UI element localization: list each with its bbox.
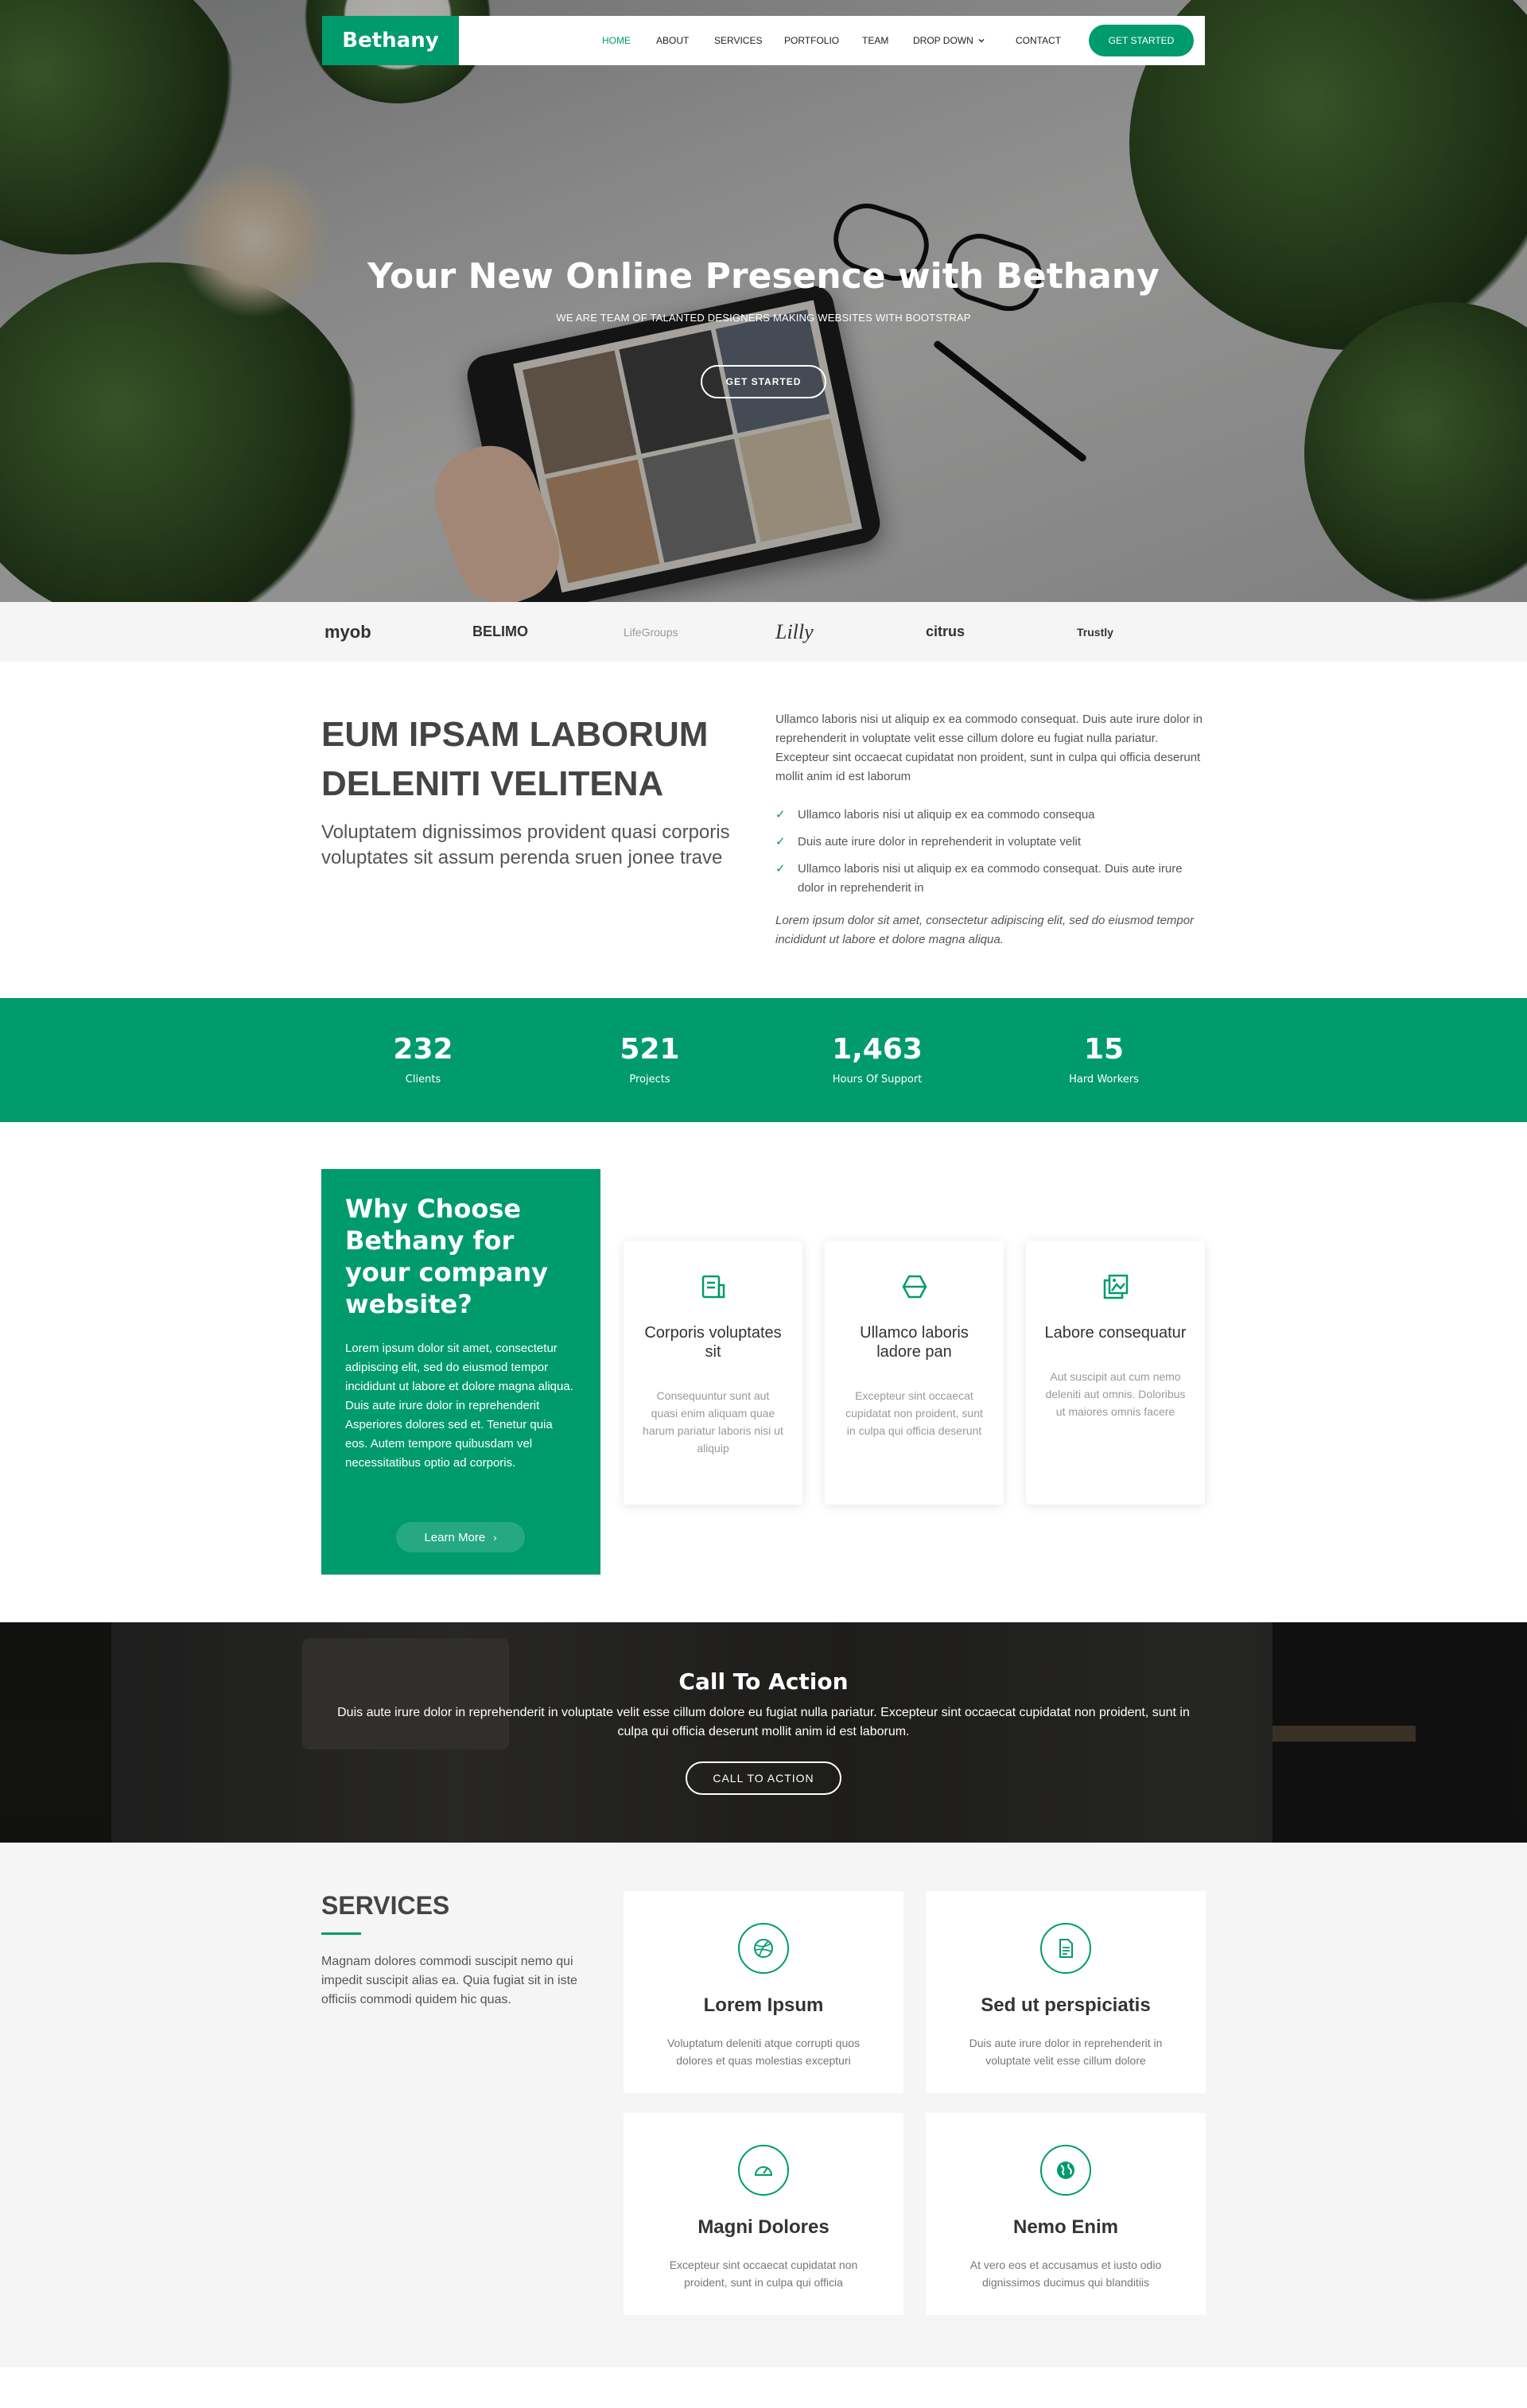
client-logo: Trustly (1077, 625, 1113, 639)
nav-services[interactable]: SERVICES (714, 16, 762, 65)
list-item-text: Duis aute irure dolor in reprehenderit i… (798, 835, 1082, 849)
count-label: Projects (629, 1074, 670, 1086)
list-item: ✓ Duis aute irure dolor in reprehenderit … (775, 833, 1205, 852)
page-bottom (0, 2367, 1527, 2408)
logo[interactable]: Bethany (322, 16, 459, 65)
about-paragraph: Ullamco laboris nisi ut aliquip ex ea co… (775, 713, 1203, 783)
why-us-heading: Why Choose Bethany for your company webs… (345, 1194, 548, 1319)
cube-alt-icon (902, 1275, 927, 1299)
call-to-action-button[interactable]: CALL TO ACTION (686, 1761, 841, 1795)
about-lead: Voluptatem dignissimos provident quasi c… (321, 821, 730, 868)
service-card: Nemo Enim At vero eos et accusamus et iu… (926, 2113, 1206, 2315)
services-heading: SERVICES (321, 1891, 450, 1920)
service-text: Voluptatum deleniti atque corrupti quos … (666, 2037, 861, 2067)
cta-title: Call To Action (678, 1668, 849, 1695)
count-item: 521 Projects (554, 998, 745, 1086)
icon-box-title: Ullamco laboris ladore pan (860, 1324, 969, 1361)
list-item-text: Ullamco laboris nisi ut aliquip ex ea co… (798, 862, 1183, 895)
why-us-box: Why Choose Bethany for your company webs… (321, 1169, 600, 1575)
list-item-text: Ullamco laboris nisi ut aliquip ex ea co… (798, 808, 1095, 821)
client-logo: Lilly (775, 619, 814, 643)
images-icon (1103, 1274, 1128, 1299)
icon-box-title: Labore consequatur (1044, 1324, 1187, 1342)
count-label: Clients (405, 1074, 441, 1086)
nav-contact[interactable]: CONTACT (1016, 16, 1061, 65)
service-title[interactable]: Nemo Enim (926, 2216, 1206, 2239)
learn-more-label: Learn More (424, 1530, 486, 1544)
service-text: At vero eos et accusamus et iusto odio d… (969, 2258, 1162, 2289)
nav-dropdown[interactable]: DROP DOWN (913, 16, 985, 65)
about-heading: EUM IPSAM LABORUM DELENITI VELITENA (321, 715, 709, 803)
nav-home[interactable]: HOME (602, 16, 631, 65)
learn-more-button[interactable]: Learn More › (396, 1522, 525, 1552)
service-card: Magni Dolores Excepteur sint occaecat cu… (624, 2113, 903, 2315)
get-started-nav-button[interactable]: GET STARTED (1089, 25, 1194, 56)
list-item: ✓ Ullamco laboris nisi ut aliquip ex ea c… (775, 860, 1205, 898)
nav-portfolio[interactable]: PORTFOLIO (784, 16, 839, 65)
count-label: Hours Of Support (832, 1074, 923, 1086)
icon-box-text: Consequuntur sunt aut quasi enim aliquam… (643, 1389, 783, 1455)
chevron-down-icon (978, 39, 985, 43)
count-value: 521 (620, 1033, 680, 1066)
service-card: Sed ut perspiciatis Duis aute irure dolo… (926, 1891, 1206, 2093)
icon-box-text: Aut suscipit aut cum nemo deleniti aut o… (1045, 1370, 1186, 1418)
nav-dropdown-label: DROP DOWN (913, 35, 973, 46)
dribbble-icon (738, 1923, 789, 1974)
file-icon (1040, 1923, 1091, 1974)
icon-box-title: Corporis voluptates sit (644, 1324, 782, 1361)
about-italic-text: Lorem ipsum dolor sit amet, consectetur … (775, 914, 1195, 946)
about-list: ✓ Ullamco laboris nisi ut aliquip ex ea c… (775, 806, 1205, 906)
navbar: Bethany HOME ABOUT SERVICES PORTFOLIO TE… (322, 16, 1205, 65)
why-us-text: Lorem ipsum dolor sit amet, consectetur … (345, 1342, 573, 1470)
check-double-icon: ✓ (775, 808, 786, 821)
tachometer-icon (738, 2145, 789, 2196)
icon-box-text: Excepteur sint occaecat cupidatat non pr… (845, 1389, 983, 1437)
service-text: Excepteur sint occaecat cupidatat non pr… (669, 2258, 858, 2289)
nav-about[interactable]: ABOUT (656, 16, 689, 65)
check-double-icon: ✓ (775, 862, 786, 876)
count-value: 15 (1083, 1033, 1125, 1066)
check-double-icon: ✓ (775, 835, 786, 849)
hero-section (0, 0, 1527, 602)
client-logo: citrus (926, 623, 966, 639)
service-title[interactable]: Sed ut perspiciatis (926, 1994, 1206, 2017)
receipt-icon (701, 1275, 725, 1299)
icon-box: Labore consequatur Aut suscipit aut cum … (1026, 1241, 1205, 1505)
clients-section: myob BELIMO LifeGroups Lilly citrus Trus… (0, 602, 1527, 662)
client-logo: myob (324, 621, 371, 642)
get-started-button[interactable]: GET STARTED (701, 365, 826, 398)
service-card: Lorem Ipsum Voluptatum deleniti atque co… (624, 1891, 903, 2093)
client-logo: LifeGroups (624, 625, 678, 639)
services-text: Magnam dolores commodi suscipit nemo qui… (321, 1955, 577, 2006)
service-text: Duis aute irure dolor in reprehenderit i… (969, 2037, 1163, 2067)
hero-title: Your New Online Presence with Bethany (367, 256, 1160, 297)
hero-subtitle: WE ARE TEAM OF TALANTED DESIGNERS MAKING… (556, 312, 971, 324)
count-item: 232 Clients (328, 998, 519, 1086)
count-value: 232 (393, 1033, 453, 1066)
cta-text: Duis aute irure dolor in reprehenderit i… (337, 1706, 1190, 1738)
icon-box: Corporis voluptates sit Consequuntur sun… (624, 1241, 802, 1505)
client-logo: BELIMO (472, 623, 528, 639)
chevron-right-icon: › (493, 1531, 497, 1544)
hero-overlay (0, 0, 1527, 602)
service-title[interactable]: Magni Dolores (624, 2216, 903, 2239)
service-title[interactable]: Lorem Ipsum (624, 1994, 903, 2017)
count-item: 15 Hard Workers (1008, 998, 1199, 1086)
nav-team[interactable]: TEAM (862, 16, 888, 65)
count-label: Hard Workers (1069, 1074, 1139, 1086)
counts-section (0, 998, 1527, 1122)
count-item: 1,463 Hours Of Support (782, 998, 973, 1086)
count-value: 1,463 (832, 1033, 923, 1066)
world-icon (1040, 2145, 1091, 2196)
list-item: ✓ Ullamco laboris nisi ut aliquip ex ea c… (775, 806, 1205, 825)
services-divider (321, 1932, 361, 1935)
icon-box: Ullamco laboris ladore pan Excepteur sin… (825, 1241, 1004, 1505)
